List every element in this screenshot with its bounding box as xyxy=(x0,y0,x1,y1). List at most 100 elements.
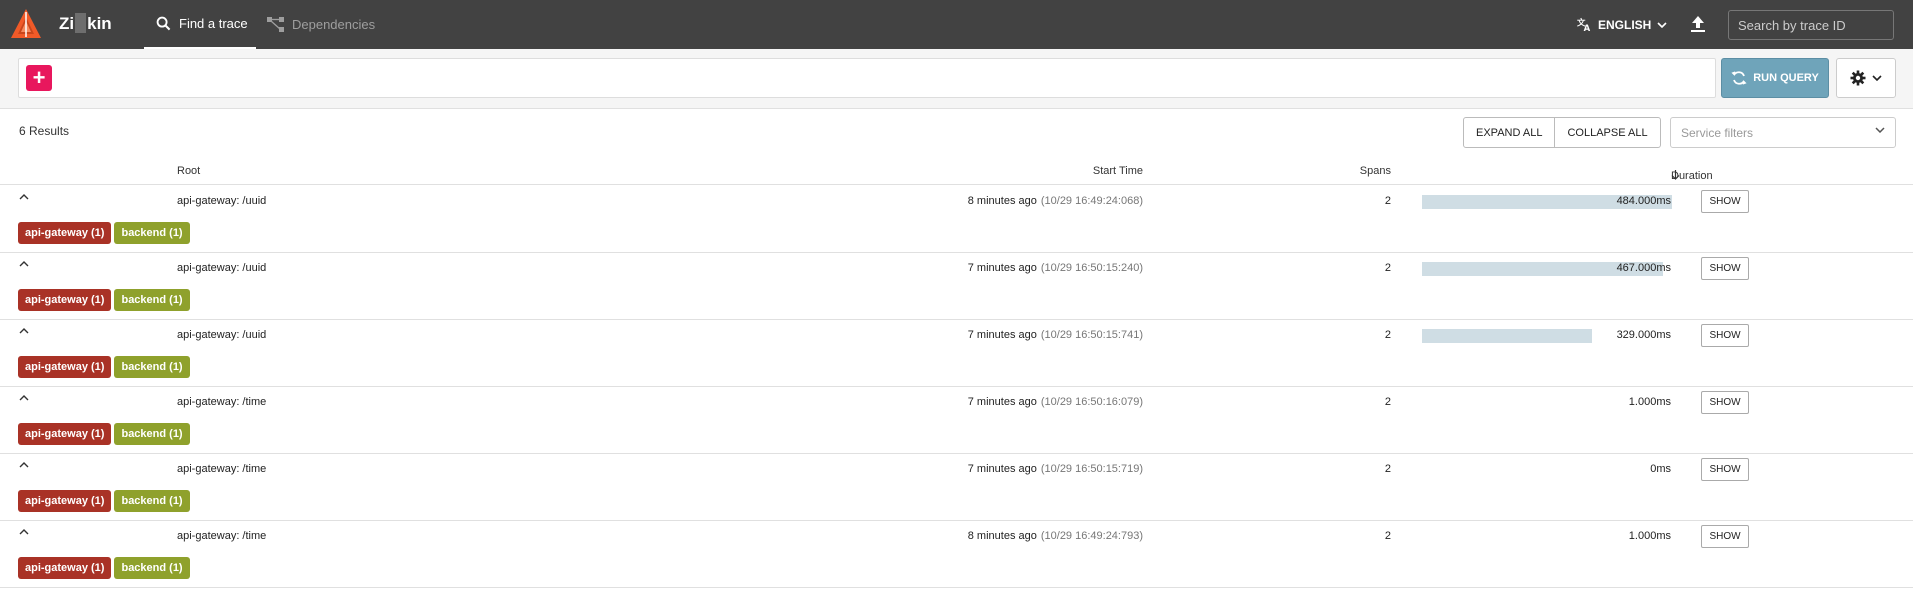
tab-dependencies[interactable]: Dependencies xyxy=(267,0,375,49)
column-spans[interactable]: Spans xyxy=(1360,165,1391,177)
run-query-button[interactable]: RUN QUERY xyxy=(1721,58,1829,98)
row-start-absolute: (10/29 16:50:15:741) xyxy=(1040,329,1143,341)
chevron-up-icon[interactable] xyxy=(19,261,31,273)
row-start-time: 8 minutes ago (10/29 16:49:24:793) xyxy=(968,530,1143,542)
top-bar: Zi kin Find a trace Dependencies 文A ENGLI… xyxy=(0,0,1913,49)
translate-icon: 文A xyxy=(1577,17,1592,32)
row-duration: 1.000ms xyxy=(1628,396,1671,408)
row-start-time: 7 minutes ago (10/29 16:50:16:079) xyxy=(968,396,1143,408)
service-badges: api-gateway (1) backend (1) xyxy=(18,423,190,445)
table-row[interactable]: api-gateway: /uuid 7 minutes ago (10/29 16… xyxy=(0,320,1913,387)
brand-name[interactable]: Zi kin xyxy=(59,13,112,34)
row-duration: 484.000ms xyxy=(1616,195,1671,207)
chevron-up-icon[interactable] xyxy=(19,328,31,340)
settings-button[interactable] xyxy=(1836,58,1896,98)
service-badge-api-gateway[interactable]: api-gateway (1) xyxy=(18,289,112,311)
expand-all-button[interactable]: EXPAND ALL xyxy=(1464,118,1556,147)
chevron-up-icon[interactable] xyxy=(19,395,31,407)
service-badge-backend[interactable]: backend (1) xyxy=(114,222,190,244)
language-label: ENGLISH xyxy=(1598,17,1652,32)
service-filters-placeholder: Service filters xyxy=(1681,125,1754,140)
column-start-time[interactable]: Start Time xyxy=(1093,165,1143,177)
row-start-relative: 7 minutes ago xyxy=(967,463,1037,475)
show-trace-button[interactable]: SHOW xyxy=(1701,525,1749,548)
add-criteria-label: + xyxy=(32,65,46,90)
service-filters-select[interactable]: Service filters xyxy=(1670,117,1896,148)
collapse-all-button[interactable]: COLLAPSE ALL xyxy=(1555,118,1659,147)
row-root: api-gateway: /time xyxy=(177,463,267,475)
row-spans: 2 xyxy=(1384,530,1391,542)
row-spans: 2 xyxy=(1384,463,1391,475)
service-badge-api-gateway[interactable]: api-gateway (1) xyxy=(18,222,112,244)
zipkin-logo-icon[interactable] xyxy=(10,8,42,40)
tab-find-a-trace[interactable]: Find a trace xyxy=(144,0,256,49)
row-duration: 0ms xyxy=(1650,463,1671,475)
refresh-icon xyxy=(1731,70,1747,86)
row-start-absolute: (10/29 16:50:15:240) xyxy=(1040,262,1143,274)
trace-id-search-input[interactable] xyxy=(1728,10,1894,40)
row-start-absolute: (10/29 16:50:16:079) xyxy=(1040,396,1143,408)
chevron-up-icon[interactable] xyxy=(19,194,31,206)
row-root: api-gateway: /uuid xyxy=(177,329,267,341)
row-start-relative: 8 minutes ago xyxy=(967,530,1037,542)
show-trace-button[interactable]: SHOW xyxy=(1701,324,1749,347)
upload-icon[interactable] xyxy=(1689,15,1709,35)
row-start-relative: 8 minutes ago xyxy=(967,195,1037,207)
service-badge-backend[interactable]: backend (1) xyxy=(114,423,190,445)
row-duration: 467.000ms xyxy=(1616,262,1671,274)
column-root[interactable]: Root xyxy=(177,165,200,177)
row-root: api-gateway: /time xyxy=(177,396,267,408)
service-badge-backend[interactable]: backend (1) xyxy=(114,557,190,579)
service-badges: api-gateway (1) backend (1) xyxy=(18,356,190,378)
search-icon xyxy=(156,16,171,31)
service-badge-backend[interactable]: backend (1) xyxy=(114,356,190,378)
row-start-relative: 7 minutes ago xyxy=(967,262,1037,274)
row-start-relative: 7 minutes ago xyxy=(967,396,1037,408)
row-duration: 1.000ms xyxy=(1628,530,1671,542)
service-badge-backend[interactable]: backend (1) xyxy=(114,289,190,311)
show-trace-button[interactable]: SHOW xyxy=(1701,458,1749,481)
chevron-up-icon[interactable] xyxy=(19,529,31,541)
table-row[interactable]: api-gateway: /time 7 minutes ago (10/29 16… xyxy=(0,454,1913,521)
column-duration-label: Duration xyxy=(1671,170,1713,182)
chevron-down-icon xyxy=(1872,75,1882,81)
service-badge-api-gateway[interactable]: api-gateway (1) xyxy=(18,557,112,579)
service-badges: api-gateway (1) backend (1) xyxy=(18,557,190,579)
language-selector[interactable]: 文A ENGLISH xyxy=(1577,0,1667,49)
row-start-relative: 7 minutes ago xyxy=(967,329,1037,341)
table-row[interactable]: api-gateway: /uuid 7 minutes ago (10/29 16… xyxy=(0,253,1913,320)
service-badge-api-gateway[interactable]: api-gateway (1) xyxy=(18,490,112,512)
row-spans: 2 xyxy=(1384,262,1391,274)
table-row[interactable]: api-gateway: /uuid 8 minutes ago (10/29 16… xyxy=(0,186,1913,253)
brand-cursor xyxy=(75,13,87,33)
show-trace-button[interactable]: SHOW xyxy=(1701,190,1749,213)
row-root: api-gateway: /uuid xyxy=(177,195,267,207)
row-duration: 329.000ms xyxy=(1616,329,1671,341)
row-start-absolute: (10/29 16:50:15:719) xyxy=(1040,463,1143,475)
query-criteria-input[interactable]: + xyxy=(18,58,1716,98)
row-start-time: 7 minutes ago (10/29 16:50:15:741) xyxy=(968,329,1143,341)
chevron-up-icon[interactable] xyxy=(19,462,31,474)
show-trace-button[interactable]: SHOW xyxy=(1701,257,1749,280)
row-start-absolute: (10/29 16:49:24:793) xyxy=(1040,530,1143,542)
add-criteria-button[interactable]: + xyxy=(26,65,52,91)
row-start-time: 8 minutes ago (10/29 16:49:24:068) xyxy=(968,195,1143,207)
chevron-down-icon xyxy=(1657,21,1667,28)
query-bar: + RUN QUERY xyxy=(0,49,1913,109)
dependencies-icon xyxy=(267,17,284,32)
gear-icon xyxy=(1850,70,1866,86)
duration-bar xyxy=(1422,329,1592,343)
table-row[interactable]: api-gateway: /time 7 minutes ago (10/29 16… xyxy=(0,387,1913,454)
brand-text-right: kin xyxy=(87,14,112,33)
table-row[interactable]: api-gateway: /time 8 minutes ago (10/29 16… xyxy=(0,521,1913,588)
show-trace-button[interactable]: SHOW xyxy=(1701,391,1749,414)
service-badge-backend[interactable]: backend (1) xyxy=(114,490,190,512)
row-start-time: 7 minutes ago (10/29 16:50:15:240) xyxy=(968,262,1143,274)
row-root: api-gateway: /time xyxy=(177,530,267,542)
service-badge-api-gateway[interactable]: api-gateway (1) xyxy=(18,356,112,378)
service-badges: api-gateway (1) backend (1) xyxy=(18,289,190,311)
row-spans: 2 xyxy=(1384,329,1391,341)
row-start-absolute: (10/29 16:49:24:068) xyxy=(1040,195,1143,207)
row-root: api-gateway: /uuid xyxy=(177,262,267,274)
service-badge-api-gateway[interactable]: api-gateway (1) xyxy=(18,423,112,445)
